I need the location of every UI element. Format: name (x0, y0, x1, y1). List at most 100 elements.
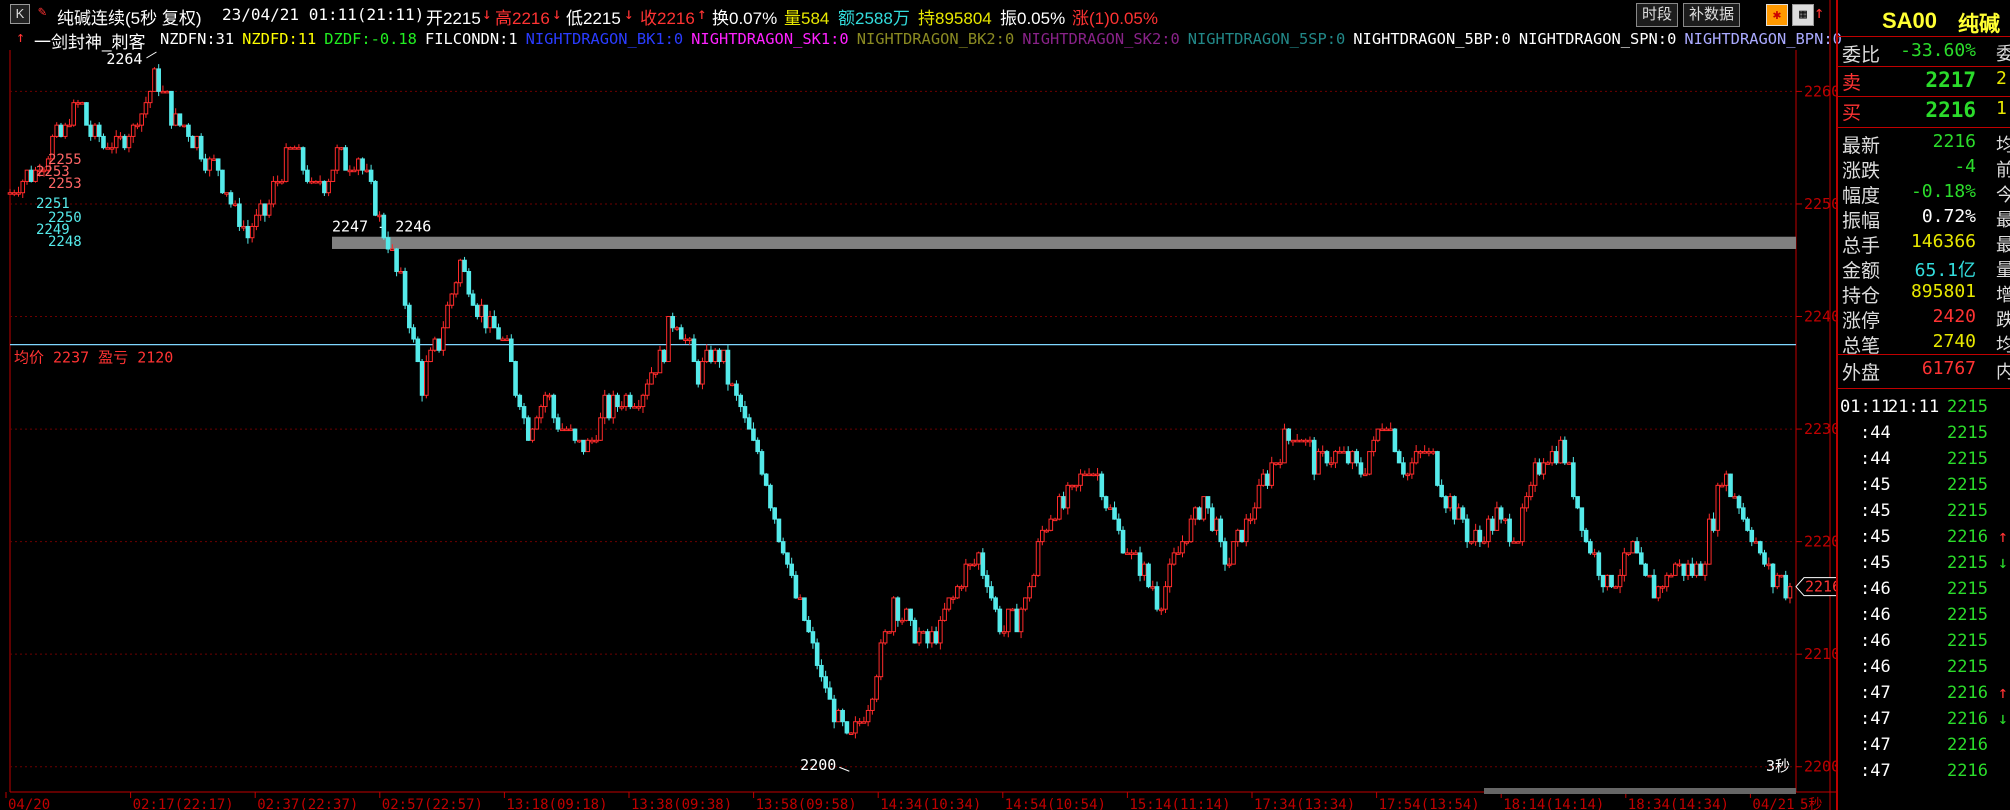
candle-body (186, 124, 191, 137)
candle-body (1605, 574, 1610, 588)
candle-body (1511, 541, 1517, 544)
candle-body (1303, 439, 1309, 443)
period-label: 3秒 (1766, 757, 1790, 775)
sell-row[interactable]: 卖 2217 2 (1836, 68, 2010, 96)
candle-body (1095, 473, 1100, 477)
tick-price: 2215 (1947, 579, 1988, 599)
candle-body (1099, 473, 1105, 498)
candle-body (980, 552, 986, 576)
buy-row[interactable]: 买 2216 1 (1836, 98, 2010, 126)
candle-body (1379, 428, 1385, 432)
stat-row: 持仓 895801 增 (1836, 281, 2010, 307)
candle-body (126, 135, 132, 149)
candle-body (997, 608, 1003, 633)
candle-body (1358, 462, 1364, 475)
stat-label: 金额 (1842, 261, 1881, 282)
candle-body (1048, 518, 1054, 531)
candle-body (776, 518, 782, 543)
candle-body (203, 158, 208, 171)
low-marker-line (839, 766, 850, 772)
candle-body (1677, 563, 1682, 567)
candle-body (1231, 541, 1236, 565)
candle-body (1643, 563, 1648, 576)
candle-body (1163, 586, 1168, 610)
candle-body (1307, 439, 1313, 443)
candle-body (576, 439, 582, 443)
tick-row: :45 2215 (1836, 475, 2010, 501)
candle-body (466, 270, 472, 295)
candle-body (109, 147, 115, 150)
candle-body (71, 102, 77, 126)
candle-body (831, 698, 837, 723)
candle-body (1575, 496, 1580, 509)
candle-body (1124, 552, 1130, 555)
candle-body (156, 68, 161, 92)
candle-body (381, 214, 387, 239)
buy-price: 2216 (1925, 98, 1976, 122)
candle-body (602, 394, 608, 419)
candle-body (1010, 608, 1015, 612)
candle-body (589, 439, 595, 443)
scrollbar-thumb (1484, 788, 1796, 794)
candle-body (130, 124, 136, 137)
stat-value: 2216 (1932, 131, 1976, 152)
candle-body (1460, 507, 1466, 520)
stat-value: 2740 (1932, 331, 1976, 352)
candle-body (390, 248, 395, 251)
stat-row: 涨跌 -4 前 (1836, 156, 2010, 182)
candle-body (538, 406, 544, 419)
tick-time: :45 (1860, 527, 1891, 547)
candle-body (88, 124, 94, 137)
candle-body (1473, 529, 1478, 543)
candle-body (1447, 496, 1453, 509)
candle-body (1706, 518, 1712, 565)
candle-body (963, 563, 969, 588)
candle-body (976, 552, 981, 565)
candle-body (1120, 529, 1126, 554)
stat-row: 幅度 -0.18% 今 (1836, 181, 2010, 207)
candle-body (619, 406, 625, 409)
tick-price: 2216 (1947, 527, 1988, 547)
candle-body (857, 721, 862, 724)
candle-body (1052, 518, 1058, 522)
tick-time: 01:11 (1840, 397, 1892, 417)
tick-row: :45 2216 ↑ (1836, 527, 2010, 553)
candle-body (1341, 451, 1347, 454)
candle-body (288, 147, 293, 150)
x-tick-label: 02:17(22:17) (133, 797, 234, 810)
candle-body (1375, 428, 1381, 441)
candle-body (568, 428, 574, 432)
candle-body (1528, 484, 1534, 498)
candle-body (1668, 574, 1674, 578)
candle-body (1443, 496, 1449, 509)
candle-body (428, 349, 433, 363)
candle-body (925, 631, 930, 644)
candle-body (1158, 608, 1164, 612)
tick-price: 2216 (1947, 735, 1988, 755)
candle-body (275, 180, 280, 184)
candle-body (1753, 541, 1759, 544)
candle-body (1779, 574, 1784, 578)
stat-extra: 最 (1996, 210, 2010, 231)
candle-body (1762, 552, 1767, 565)
candle-body (1435, 451, 1440, 486)
candle-body (746, 417, 752, 430)
candle-body (725, 349, 731, 385)
average-price-label: 均价 2237 盈亏 2120 (14, 349, 173, 367)
price-chart[interactable]: 2260 2250 2240 2230 2220 2210 2200 04/20 02:17(2… (0, 0, 1836, 810)
candle-body (865, 709, 871, 723)
candle-body (1090, 473, 1096, 477)
candle-body (636, 406, 642, 409)
candle-body (245, 225, 251, 239)
candle-body (1061, 496, 1066, 509)
candle-body (1273, 462, 1279, 465)
x-tick-label: 14:54(10:54) (1005, 797, 1106, 810)
stat-extra: 增 (1996, 285, 2010, 306)
candle-body (1736, 496, 1742, 509)
candle-body (1672, 563, 1678, 576)
candle-body (1702, 563, 1708, 576)
candle-body (113, 135, 119, 149)
tick-price: 2215 (1947, 657, 1988, 677)
candle-body (1583, 529, 1589, 543)
candle-body (1592, 552, 1597, 555)
